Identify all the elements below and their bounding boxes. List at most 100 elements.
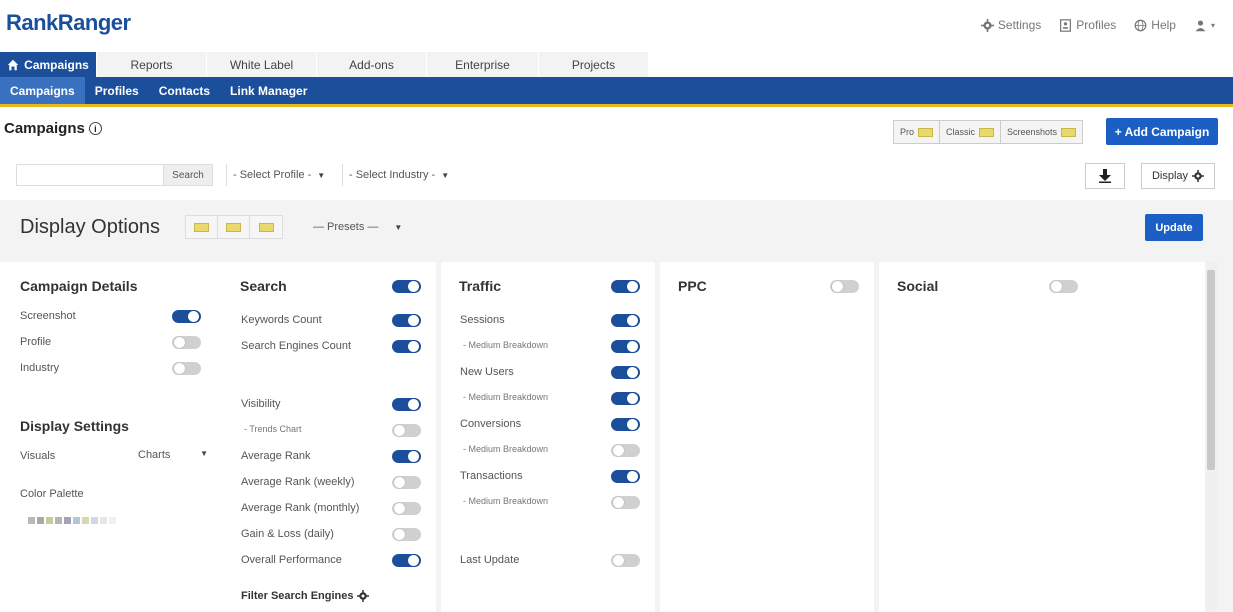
palette-swatch[interactable] (82, 517, 89, 524)
profiles-link[interactable]: Profiles (1059, 18, 1116, 32)
rankranger-logo[interactable]: RankRanger (6, 10, 131, 36)
grid-icon (918, 127, 934, 137)
grid-icon (194, 222, 209, 232)
search-row-label: Gain & Loss (daily) (241, 528, 334, 540)
subnav-contacts[interactable]: Contacts (149, 77, 220, 104)
search-row-toggle[interactable] (392, 554, 421, 567)
traffic-row-toggle[interactable] (611, 418, 640, 431)
search-input[interactable] (16, 164, 164, 186)
select-industry-label: - Select Industry - (349, 169, 436, 181)
presets-dropdown[interactable]: — Presets — ▼ (313, 216, 402, 238)
color-palette-label: Color Palette (20, 488, 84, 500)
search-row-label: Average Rank (monthly) (241, 502, 360, 514)
tab-projects[interactable]: Projects (539, 52, 649, 77)
traffic-row-toggle[interactable] (611, 470, 640, 483)
palette-swatch[interactable] (55, 517, 62, 524)
scrollbar[interactable] (1205, 262, 1217, 612)
tab-reports[interactable]: Reports (97, 52, 207, 77)
profile-toggle[interactable] (172, 336, 201, 349)
social-master-toggle[interactable] (1049, 280, 1078, 293)
search-row-toggle[interactable] (392, 398, 421, 411)
grid-icon (226, 222, 241, 232)
campaign-detail-label: Screenshot (20, 310, 76, 322)
profiles-label: Profiles (1076, 18, 1117, 32)
grid-icon (979, 127, 995, 137)
palette-swatch[interactable] (37, 517, 44, 524)
traffic-row-toggle[interactable] (611, 444, 640, 457)
search-row-toggle[interactable] (392, 450, 421, 463)
tab-campaigns[interactable]: Campaigns (0, 52, 97, 77)
traffic-row-label: - Medium Breakdown (463, 444, 549, 454)
top-bar: RankRanger Settings Profiles Help ▾ (0, 0, 1233, 52)
info-icon[interactable]: i (88, 122, 102, 135)
tab-add-ons[interactable]: Add-ons (317, 52, 427, 77)
campaign-detail-label: Industry (20, 362, 60, 374)
traffic-row-toggle[interactable] (611, 340, 640, 353)
search-row-toggle[interactable] (392, 476, 421, 489)
search-row-toggle[interactable] (392, 528, 421, 541)
scrollbar-thumb[interactable] (1207, 270, 1215, 470)
panel-view-screenshots[interactable] (250, 216, 282, 238)
social-column: Social (879, 262, 1205, 612)
display-button[interactable]: Display (1141, 163, 1215, 189)
panel-view-classic[interactable] (218, 216, 250, 238)
settings-link[interactable]: Settings (980, 18, 1041, 32)
traffic-row-toggle[interactable] (611, 496, 640, 509)
visuals-value: Charts (138, 449, 171, 461)
gear-icon (1192, 170, 1205, 182)
search-row-toggle[interactable] (392, 340, 421, 353)
palette-swatch[interactable] (64, 517, 71, 524)
filter-search-engines[interactable]: Filter Search Engines (241, 590, 370, 602)
subnav-link-manager[interactable]: Link Manager (220, 77, 317, 104)
select-profile-dropdown[interactable]: - Select Profile - ▼ (226, 164, 325, 186)
user-menu[interactable]: ▾ (1194, 19, 1215, 32)
help-link[interactable]: Help (1134, 18, 1176, 32)
filter-search-engines-label: Filter Search Engines (241, 590, 354, 602)
panel-view-pro[interactable] (186, 216, 218, 238)
search-row-toggle[interactable] (392, 314, 421, 327)
palette-swatch[interactable] (109, 517, 116, 524)
view-classic-label: Classic (946, 127, 976, 137)
traffic-row-toggle[interactable] (611, 314, 640, 327)
download-button[interactable] (1085, 163, 1125, 189)
palette-swatch[interactable] (28, 517, 35, 524)
grid-icon (1061, 127, 1077, 137)
social-title: Social (897, 278, 939, 294)
traffic-master-toggle[interactable] (611, 280, 640, 293)
update-button[interactable]: Update (1145, 214, 1203, 241)
search-row-toggle[interactable] (392, 424, 421, 437)
palette-swatch[interactable] (46, 517, 53, 524)
ppc-master-toggle[interactable] (830, 280, 859, 293)
industry-toggle[interactable] (172, 362, 201, 375)
palette-swatch[interactable] (100, 517, 107, 524)
view-pro-button[interactable]: Pro (894, 121, 941, 143)
traffic-row-label: Sessions (460, 314, 505, 326)
color-palette[interactable] (28, 517, 116, 524)
search-row-label: Average Rank (241, 450, 311, 462)
traffic-row-toggle[interactable] (611, 366, 640, 379)
visuals-dropdown[interactable]: Charts ▼ (138, 449, 208, 461)
traffic-row-label: Transactions (460, 470, 523, 482)
traffic-row-toggle[interactable] (611, 554, 640, 567)
download-icon (1099, 169, 1111, 183)
view-classic-button[interactable]: Classic (940, 121, 1002, 143)
campaign-details-column: Campaign Details Screenshot Profile Indu… (0, 262, 222, 612)
search-button[interactable]: Search (163, 164, 213, 186)
add-campaign-button[interactable]: + Add Campaign (1106, 118, 1218, 145)
logo-rank-text: Rank (6, 10, 58, 35)
palette-swatch[interactable] (91, 517, 98, 524)
palette-swatch[interactable] (73, 517, 80, 524)
search-row-label: Overall Performance (241, 554, 342, 566)
search-master-toggle[interactable] (392, 280, 421, 293)
view-screenshots-button[interactable]: Screenshots (1001, 121, 1082, 143)
screenshot-toggle[interactable] (172, 310, 201, 323)
tab-enterprise[interactable]: Enterprise (427, 52, 539, 77)
traffic-row-toggle[interactable] (611, 392, 640, 405)
select-industry-dropdown[interactable]: - Select Industry - ▼ (342, 164, 449, 186)
ppc-column: PPC (660, 262, 874, 612)
subnav-campaigns[interactable]: Campaigns (0, 77, 85, 104)
tab-white-label[interactable]: White Label (207, 52, 317, 77)
search-row-toggle[interactable] (392, 502, 421, 515)
subnav-profiles[interactable]: Profiles (85, 77, 149, 104)
page-title-text: Campaigns (4, 120, 85, 137)
